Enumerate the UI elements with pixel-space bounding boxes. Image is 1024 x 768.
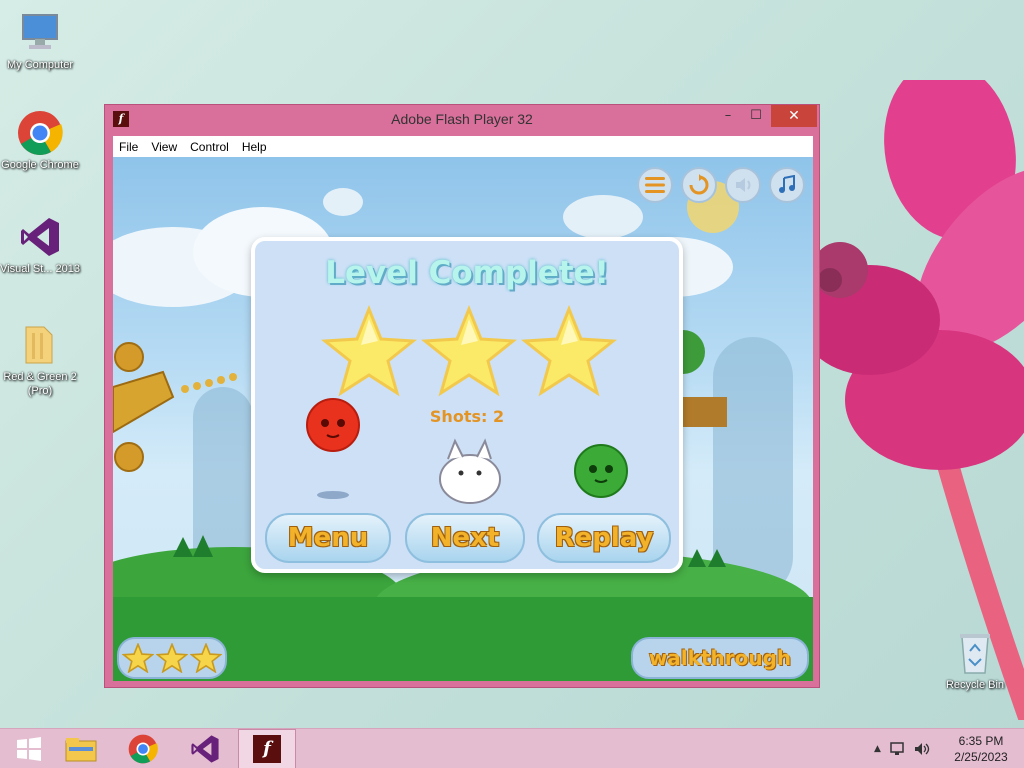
menu-bar: File View Control Help	[113, 136, 813, 157]
menu-icon	[645, 177, 665, 193]
desktop-icon-visual-studio[interactable]: Visual St... 2013	[0, 214, 80, 276]
menu-button[interactable]: Menu	[265, 513, 391, 563]
level-complete-dialog: Level Complete! Shots: 2 Menu Next Repla…	[251, 237, 683, 573]
desktop-icon-label: My Computer	[6, 59, 74, 71]
desktop-icon-recycle-bin[interactable]: Recycle Bin	[935, 630, 1015, 692]
menu-file[interactable]: File	[119, 140, 138, 154]
star-icon	[421, 305, 517, 397]
dialog-heading: Level Complete!	[325, 255, 609, 291]
star-icon	[190, 643, 222, 673]
music-icon	[779, 175, 795, 193]
star-icon	[321, 305, 417, 397]
game-area[interactable]: Level Complete! Shots: 2 Menu Next Repla…	[113, 157, 813, 681]
hud-music-button[interactable]	[769, 167, 805, 203]
taskbar-chrome[interactable]	[114, 729, 172, 768]
desktop-icon-red-green-2[interactable]: Red & Green 2 (Pro)	[0, 322, 80, 398]
hud-sound-button[interactable]	[725, 167, 761, 203]
taskbar: f ▲ 6:35 PM 2/25/2023	[0, 728, 1024, 768]
flash-player-window: f Adobe Flash Player 32 – ☐ ✕ File View …	[104, 104, 820, 688]
replay-button[interactable]: Replay	[537, 513, 671, 563]
network-icon[interactable]	[889, 741, 905, 757]
desktop-wallpaper-flower	[800, 80, 1024, 720]
desktop-icon-google-chrome[interactable]: Google Chrome	[0, 110, 80, 172]
desktop-icon-label: Recycle Bin	[945, 679, 1005, 691]
sound-icon	[736, 178, 751, 192]
green-fluffball-character	[574, 444, 628, 498]
system-tray: ▲	[874, 741, 931, 757]
recycle-bin-icon	[952, 630, 998, 676]
white-cat-character	[439, 438, 501, 504]
level-stars-indicator	[117, 637, 227, 679]
desktop-icon-label: Visual St... 2013	[0, 263, 80, 275]
desktop-icon-label: Red & Green 2 (Pro)	[3, 371, 77, 397]
file-explorer-icon	[65, 738, 97, 762]
chevron-up-icon[interactable]: ▲	[874, 744, 881, 754]
computer-icon	[17, 10, 63, 56]
menu-control[interactable]: Control	[190, 140, 229, 154]
red-fluffball-character	[306, 398, 360, 499]
chrome-icon	[128, 734, 158, 764]
minimize-button[interactable]: –	[715, 105, 741, 127]
star-icon	[156, 643, 188, 673]
window-title: Adobe Flash Player 32	[391, 111, 533, 127]
hud-restart-button[interactable]	[681, 167, 717, 203]
system-clock[interactable]: 6:35 PM 2/25/2023	[946, 733, 1016, 765]
star-icon	[122, 643, 154, 673]
chrome-icon	[17, 110, 63, 156]
restart-icon	[689, 174, 709, 195]
taskbar-file-explorer[interactable]	[52, 729, 110, 768]
taskbar-flash-player[interactable]: f	[238, 729, 296, 768]
desktop-icon-label: Google Chrome	[1, 159, 79, 171]
clock-time: 6:35 PM	[958, 734, 1004, 748]
menu-help[interactable]: Help	[242, 140, 267, 154]
desktop-icon-my-computer[interactable]: My Computer	[0, 10, 80, 72]
taskbar-visual-studio[interactable]	[176, 729, 234, 768]
maximize-button[interactable]: ☐	[743, 105, 769, 127]
close-button[interactable]: ✕	[771, 105, 817, 127]
start-icon	[17, 737, 41, 761]
start-button[interactable]	[0, 729, 58, 768]
next-button[interactable]: Next	[405, 513, 525, 563]
visual-studio-icon	[17, 214, 63, 260]
folder-icon	[17, 322, 63, 368]
flash-player-icon: f	[253, 735, 281, 763]
star-icon	[521, 305, 617, 397]
walkthrough-button[interactable]: walkthrough	[631, 637, 809, 679]
clock-date: 2/25/2023	[954, 750, 1008, 764]
menu-view[interactable]: View	[151, 140, 177, 154]
volume-icon[interactable]	[913, 741, 931, 757]
visual-studio-icon	[191, 735, 219, 763]
title-bar[interactable]: f Adobe Flash Player 32 – ☐ ✕	[105, 105, 819, 135]
hud-menu-button[interactable]	[637, 167, 673, 203]
